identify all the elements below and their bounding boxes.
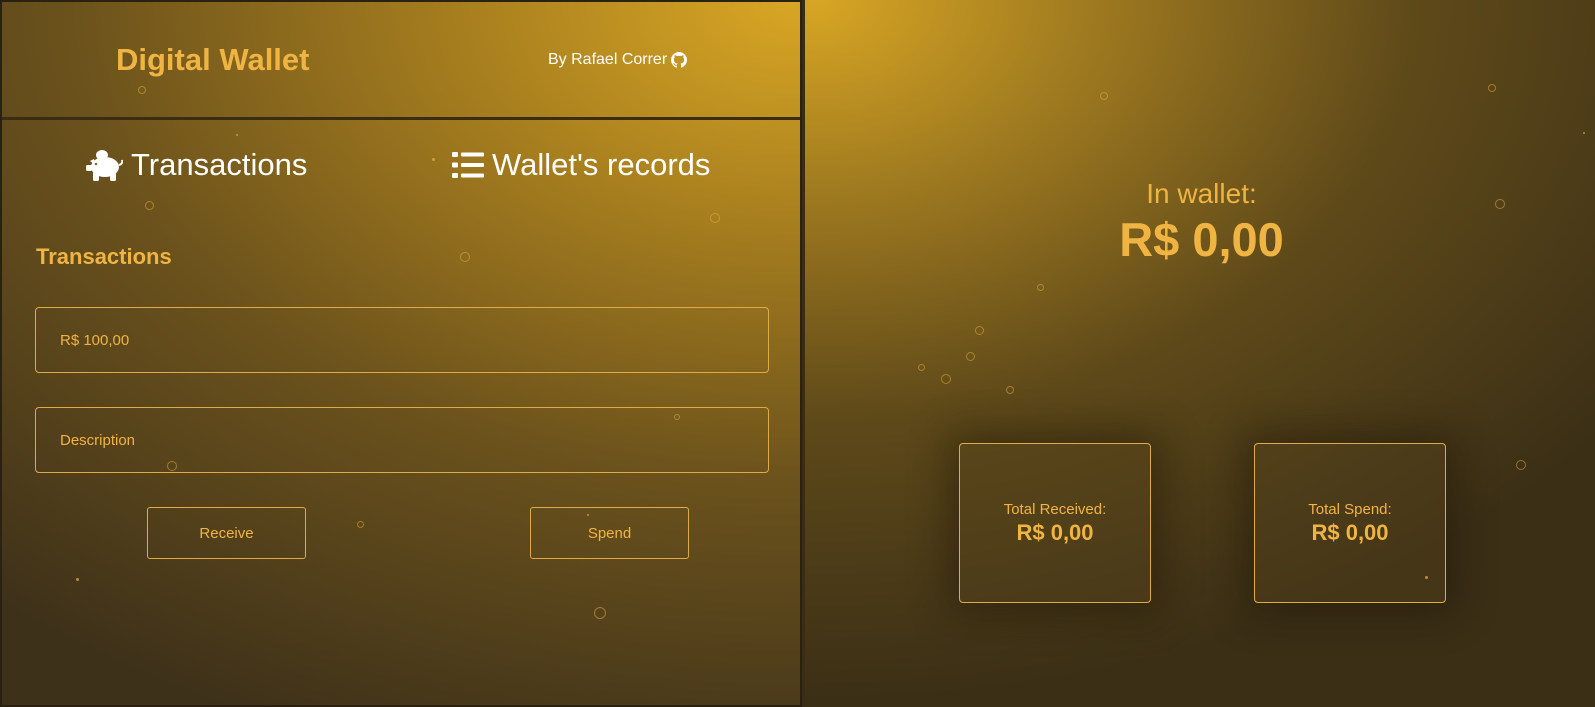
decor-bubble [1495,199,1505,209]
wallet-balance: R$ 0,00 [1119,213,1284,266]
decor-bubble [674,414,680,420]
tab-transactions-label: Transactions [131,147,308,182]
decor-bubble [941,374,951,384]
decor-dot [1583,132,1585,134]
decor-bubble [145,201,154,210]
amount-input[interactable] [35,307,769,373]
decor-dot [236,134,238,136]
tab-transactions[interactable]: Transactions [85,147,307,183]
total-received-value: R$ 0,00 [1016,519,1094,545]
decor-bubble [975,326,984,335]
decor-bubble [918,364,925,371]
section-title: Transactions [36,244,172,269]
spend-button[interactable]: Spend [530,507,689,559]
total-received-card: Total Received: R$ 0,00 [959,443,1151,603]
decor-bubble [1488,84,1496,92]
decor-bubble [1100,92,1108,100]
decor-bubble [167,461,177,471]
total-spend-value: R$ 0,00 [1311,519,1389,545]
author-link[interactable]: By Rafael Correr [548,51,688,69]
receive-button[interactable]: Receive [147,507,306,559]
decor-dot [432,158,435,161]
total-received-label: Total Received: [1003,500,1107,518]
github-icon [671,52,688,68]
app-header: Digital Wallet By Rafael Correr [2,2,800,120]
decor-bubble [460,252,470,262]
decor-bubble [594,607,606,619]
description-input[interactable] [35,407,769,473]
decor-bubble [966,352,975,361]
decor-dot [1425,576,1428,579]
wallet-label: In wallet: [1146,178,1257,209]
wallet-panel: In wallet: R$ 0,00 Total Received: R$ 0,… [802,0,1595,707]
transactions-panel: Digital Wallet By Rafael Correr Transact… [0,0,802,707]
list-icon [452,152,484,178]
decor-dot [76,578,79,581]
total-spend-card: Total Spend: R$ 0,00 [1254,443,1446,603]
byline-text: By Rafael Correr [548,51,668,68]
decor-bubble [1516,460,1526,470]
decor-bubble [357,521,364,528]
decor-bubble [1006,386,1014,394]
tab-records-label: Wallet's records [492,147,711,182]
decor-bubble [138,86,146,94]
total-spend-label: Total Spend: [1308,500,1392,518]
app-title: Digital Wallet [116,42,310,77]
piggy-bank-icon [86,150,123,181]
decor-dot [587,514,589,516]
decor-bubble [1037,284,1044,291]
tab-records[interactable]: Wallet's records [452,147,710,183]
decor-bubble [710,213,720,223]
